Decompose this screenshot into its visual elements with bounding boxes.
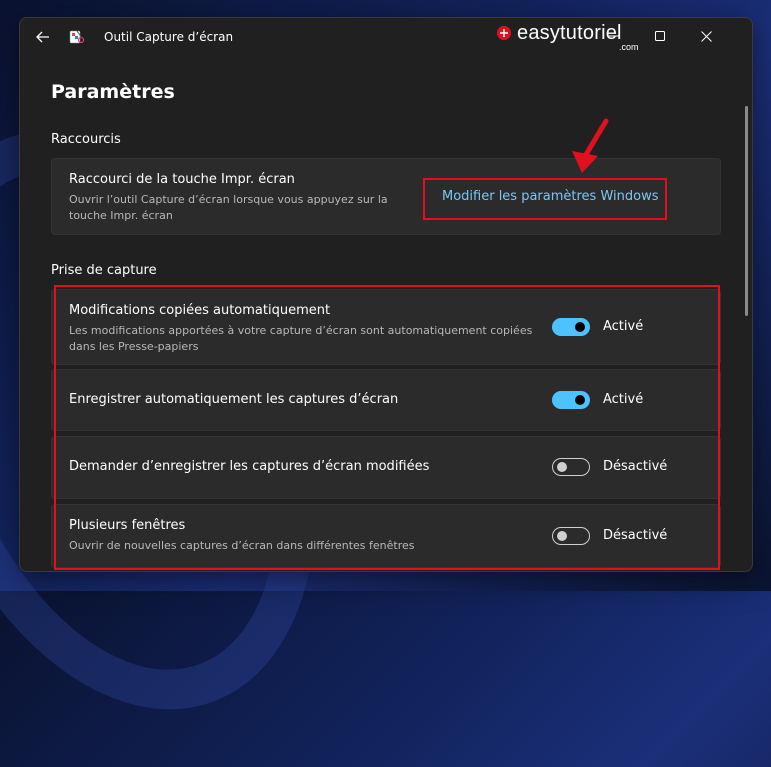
settings-content: Paramètres Raccourcis Raccourci de la to… (20, 56, 752, 571)
scrollbar[interactable] (745, 106, 748, 316)
shortcut-card-desc-line2: touche Impr. écran (69, 209, 173, 222)
snipping-tool-app-icon (69, 29, 85, 45)
annotation-box-capture-settings (54, 285, 720, 570)
maximize-button[interactable] (637, 18, 683, 54)
close-button[interactable] (683, 18, 729, 54)
minimize-icon (609, 35, 619, 37)
shortcut-card-desc-line1: Ouvrir l’outil Capture d’écran lorsque v… (69, 193, 388, 206)
annotation-arrow-icon (572, 118, 609, 173)
close-icon (700, 30, 712, 42)
easytutoriel-logo-icon (497, 26, 511, 40)
shortcuts-section-title: Raccourcis (51, 132, 121, 147)
back-arrow-icon (36, 31, 49, 43)
shortcut-card-title: Raccourci de la touche Impr. écran (69, 172, 295, 187)
maximize-icon (655, 31, 665, 41)
capture-section-title: Prise de capture (51, 263, 157, 278)
window-title: Outil Capture d’écran (104, 30, 234, 44)
minimize-button[interactable] (591, 18, 637, 54)
page-title: Paramètres (51, 81, 175, 103)
snipping-tool-window: Outil Capture d’écran easytutoriel .com (19, 17, 753, 572)
title-bar: Outil Capture d’écran easytutoriel .com (20, 18, 752, 56)
back-button[interactable] (32, 27, 54, 47)
annotation-box-link (423, 178, 667, 220)
